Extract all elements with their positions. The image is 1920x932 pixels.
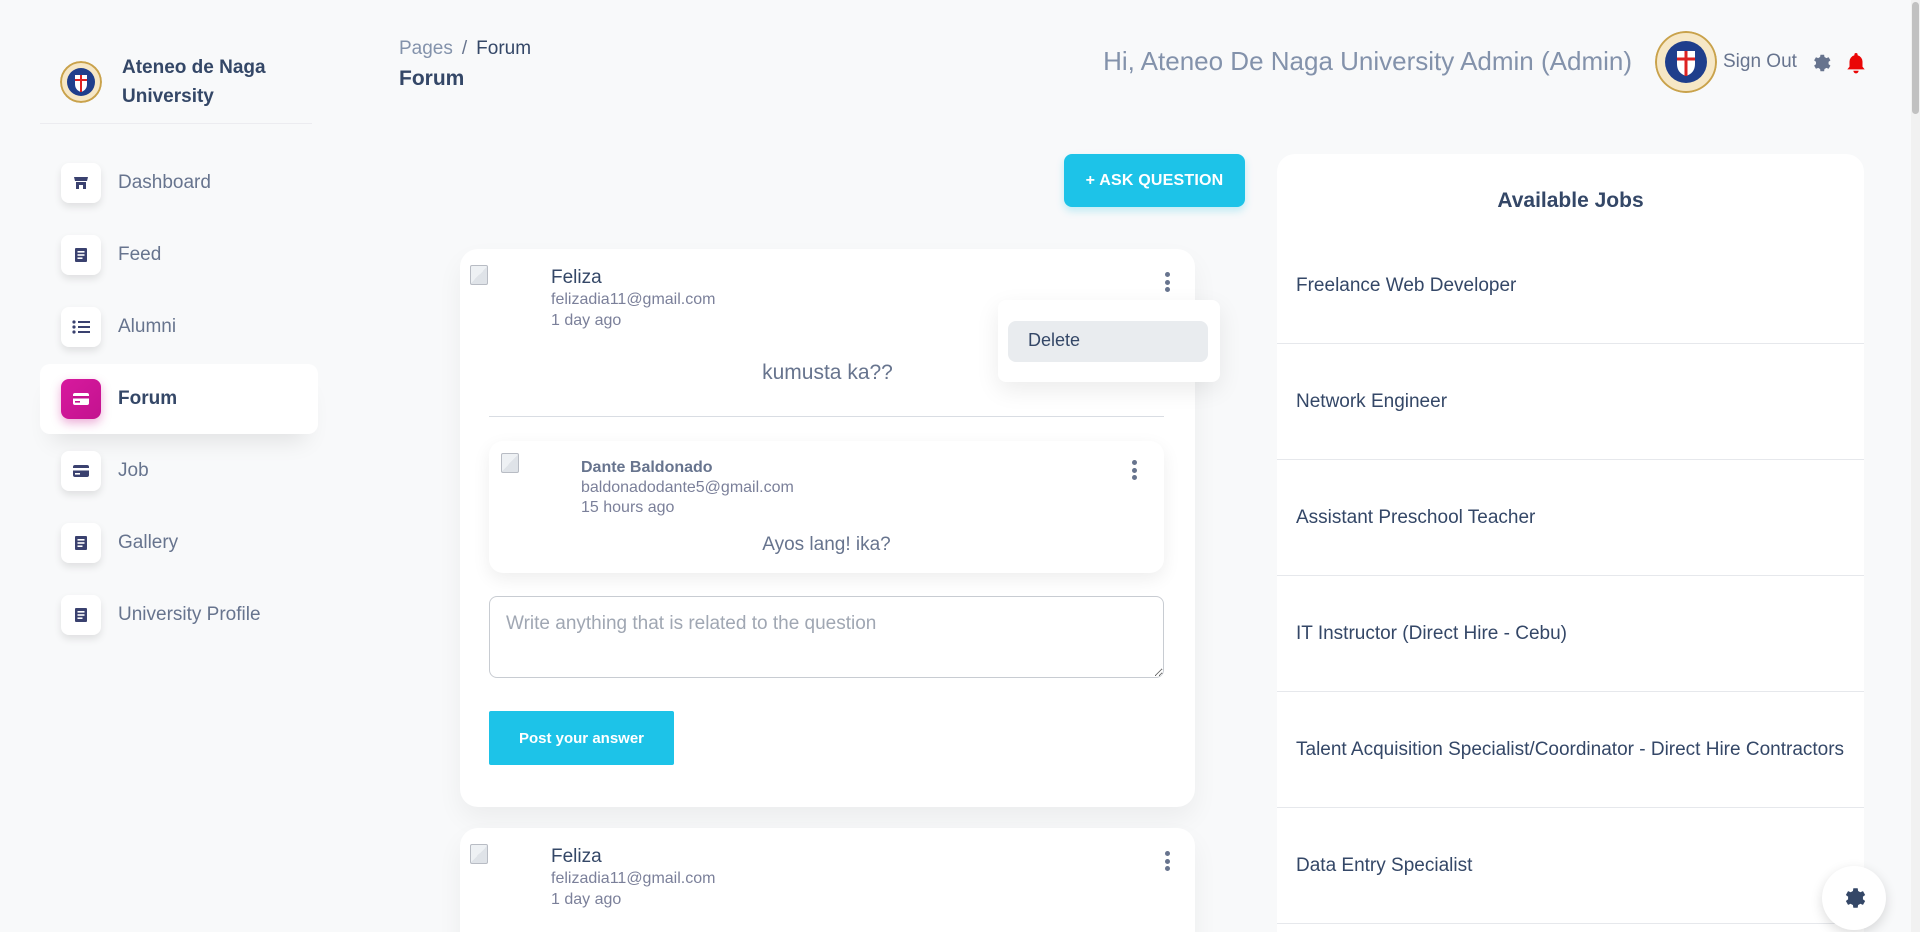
document-icon xyxy=(61,595,101,635)
more-options-icon[interactable] xyxy=(1125,457,1143,483)
job-list-item[interactable]: Freelance Web Developer xyxy=(1277,228,1864,344)
bell-icon[interactable] xyxy=(1845,51,1867,75)
answer-author-avatar-image xyxy=(501,453,519,473)
jobs-title: Available Jobs xyxy=(1497,189,1644,212)
sidebar-item-label: Alumni xyxy=(118,316,177,337)
list-icon xyxy=(61,307,101,347)
breadcrumb-separator: / xyxy=(461,38,468,59)
avatar[interactable] xyxy=(1655,31,1717,93)
sidebar-nav: Dashboard Feed Alumni Forum Job Gallery … xyxy=(40,148,320,650)
settings-fab-button[interactable] xyxy=(1822,866,1886,930)
breadcrumb: Pages / Forum xyxy=(399,38,531,60)
job-list-item[interactable]: Talent Acquisition Specialist/Coordinato… xyxy=(1277,692,1864,808)
sidebar-item-dashboard[interactable]: Dashboard xyxy=(40,148,318,218)
job-list-item[interactable]: Data Entry Specialist xyxy=(1277,808,1864,924)
sidebar-item-alumni[interactable]: Alumni xyxy=(40,292,318,362)
answer-text: Ayos lang! ika? xyxy=(762,534,891,555)
sidebar-item-university-profile[interactable]: University Profile xyxy=(40,580,318,650)
shop-icon xyxy=(61,163,101,203)
document-icon xyxy=(61,523,101,563)
document-icon xyxy=(61,235,101,275)
sidebar-item-label: University Profile xyxy=(118,604,261,625)
ask-question-button[interactable]: + ASK QUESTION xyxy=(1064,154,1245,207)
brand-name: Ateneo de Naga University xyxy=(122,56,266,107)
page-title: Forum xyxy=(399,67,465,90)
scrollbar-thumb[interactable] xyxy=(1912,2,1919,114)
job-list-item[interactable]: Assistant Preschool Teacher xyxy=(1277,460,1864,576)
sign-out-link[interactable]: Sign Out xyxy=(1723,51,1797,73)
more-options-icon[interactable] xyxy=(1158,848,1176,874)
answer-card: Dante Baldonado baldonadodante5@gmail.co… xyxy=(489,441,1164,573)
gear-icon[interactable] xyxy=(1810,52,1832,74)
author-avatar-image xyxy=(470,265,488,285)
job-list-item[interactable]: IT Instructor (Direct Hire - Cebu) xyxy=(1277,576,1864,692)
sidebar-item-feed[interactable]: Feed xyxy=(40,220,318,290)
sidebar-item-gallery[interactable]: Gallery xyxy=(40,508,318,578)
sidebar-item-forum[interactable]: Forum xyxy=(40,364,318,434)
breadcrumb-current: Forum xyxy=(476,38,532,59)
answer-author-email: baldonadodante5@gmail.com xyxy=(581,479,794,496)
user-greeting: Hi, Ateneo De Naga University Admin (Adm… xyxy=(1103,46,1632,76)
sidebar-item-job[interactable]: Job xyxy=(40,436,318,506)
options-dropdown: Delete xyxy=(998,300,1220,382)
more-options-icon[interactable] xyxy=(1158,269,1176,295)
author-name: Feliza xyxy=(551,267,602,288)
page-scrollbar[interactable] xyxy=(1911,0,1920,932)
sidebar-item-label: Feed xyxy=(118,244,162,265)
sidebar-item-label: Forum xyxy=(118,388,178,409)
brand[interactable]: Ateneo de Naga University xyxy=(40,40,312,124)
answer-timestamp: 15 hours ago xyxy=(581,499,675,516)
sidebar-item-label: Job xyxy=(118,460,149,481)
sidebar-item-label: Gallery xyxy=(118,532,179,553)
credit-card-icon xyxy=(61,451,101,491)
sidebar-item-label: Dashboard xyxy=(118,172,211,193)
university-seal-logo xyxy=(60,60,102,103)
post-answer-button[interactable]: Post your answer xyxy=(489,711,674,765)
question-card: Feliza felizadia11@gmail.com 1 day ago xyxy=(460,828,1195,932)
divider xyxy=(489,416,1164,417)
credit-card-icon xyxy=(61,379,101,419)
author-name: Feliza xyxy=(551,846,602,867)
author-email: felizadia11@gmail.com xyxy=(551,870,716,887)
answer-input[interactable] xyxy=(489,596,1164,678)
delete-menu-item[interactable]: Delete xyxy=(1008,321,1208,362)
post-timestamp: 1 day ago xyxy=(551,312,622,329)
job-list-item[interactable]: Network Engineer xyxy=(1277,344,1864,460)
answer-author-name: Dante Baldonado xyxy=(581,459,713,476)
available-jobs-panel: Available Jobs Freelance Web Developer N… xyxy=(1277,154,1864,932)
sidebar: Ateneo de Naga University Dashboard Feed… xyxy=(40,40,320,652)
breadcrumb-root[interactable]: Pages xyxy=(399,38,453,59)
author-email: felizadia11@gmail.com xyxy=(551,291,716,308)
author-avatar-image xyxy=(470,844,488,864)
gear-icon xyxy=(1845,888,1866,908)
post-timestamp: 1 day ago xyxy=(551,891,622,908)
